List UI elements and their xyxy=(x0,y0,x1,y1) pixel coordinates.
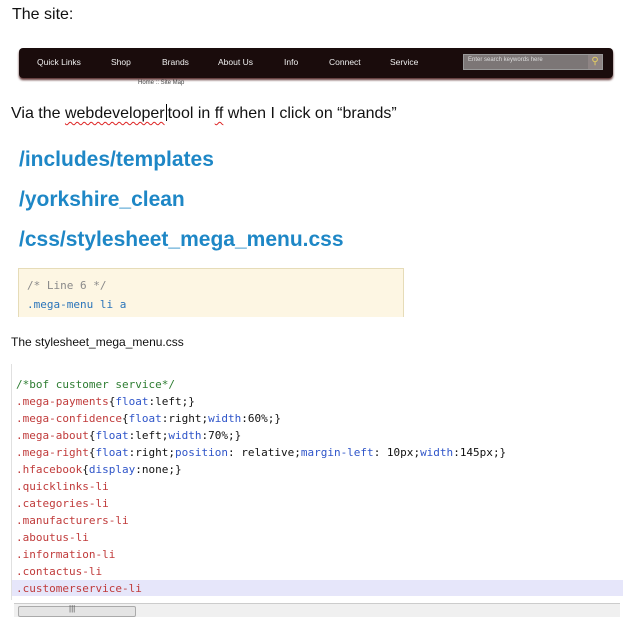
code-line[interactable]: .information-li xyxy=(16,547,115,562)
misspelled-word: webdeveloper xyxy=(64,105,165,122)
css-value: 145px xyxy=(459,446,493,459)
css-property: float xyxy=(95,446,129,459)
code-punctuation: : xyxy=(227,446,235,459)
horizontal-scrollbar[interactable]: ||| xyxy=(14,603,620,617)
code-line[interactable]: .categories-li xyxy=(16,496,109,511)
text-cursor xyxy=(165,104,167,121)
css-value: 70% xyxy=(208,429,228,442)
caption-site: The site: xyxy=(12,6,74,23)
nav-item-brands[interactable]: Brands xyxy=(162,57,189,67)
css-value: relative xyxy=(234,446,295,459)
css-property: width xyxy=(168,429,202,442)
code-line[interactable]: .customerservice-li xyxy=(16,581,142,596)
css-property: float xyxy=(115,395,149,408)
nav-item-info[interactable]: Info xyxy=(284,57,298,67)
webdeveloper-caption: Via the webdeveloper tool in ff when I cl… xyxy=(11,104,397,123)
css-selector: .mega-right xyxy=(16,446,89,459)
code-comment: /*bof customer service*/ xyxy=(16,378,175,391)
css-value: 10px xyxy=(380,446,414,459)
caption-text-part: tool in xyxy=(167,105,215,122)
code-line[interactable]: .manufacturers-li xyxy=(16,513,129,528)
css-value: none xyxy=(141,463,169,476)
css-value: left xyxy=(155,395,182,408)
css-selector: .mega-payments xyxy=(16,395,109,408)
code-punctuation: ; xyxy=(294,446,301,459)
css-selector: .customerservice-li xyxy=(16,582,142,595)
code-line[interactable]: .mega-about{float:left;width:70%;} xyxy=(16,428,241,443)
site-search-field[interactable]: Enter search keywords here ⚲ xyxy=(463,54,603,70)
css-property: width xyxy=(420,446,454,459)
css-selector: .mega-about xyxy=(16,429,89,442)
code-punctuation: : xyxy=(241,412,248,425)
code-punctuation: { xyxy=(82,463,89,476)
css-value: left xyxy=(135,429,162,442)
css-value: right xyxy=(135,446,169,459)
nav-item-service[interactable]: Service xyxy=(390,57,418,67)
css-selector: .information-li xyxy=(16,548,116,561)
css-property: float xyxy=(95,429,129,442)
code-comment: /* Line 6 */ xyxy=(27,279,107,292)
code-punctuation: ; xyxy=(168,446,175,459)
css-selector: .quicklinks-li xyxy=(16,480,109,493)
code-punctuation: ;} xyxy=(181,395,195,408)
code-line[interactable]: .mega-payments{float:left;} xyxy=(16,394,195,409)
code-line[interactable]: .aboutus-li xyxy=(16,530,89,545)
css-property: position xyxy=(174,446,228,459)
caption-stylesheet: The stylesheet_mega_menu.css xyxy=(11,335,184,349)
css-value: 60% xyxy=(247,412,268,425)
css-selector: .categories-li xyxy=(16,497,109,510)
code-punctuation: ;} xyxy=(492,446,507,459)
css-selector: .aboutus-li xyxy=(16,531,89,544)
code-punctuation: : xyxy=(135,463,142,476)
css-selector: .hfacebook xyxy=(16,463,83,476)
site-navbar: Quick Links Shop Brands About Us Info Co… xyxy=(19,48,613,78)
code-punctuation: ;} xyxy=(227,429,242,442)
code-punctuation: ;} xyxy=(168,463,182,476)
code-selector[interactable]: .mega-menu li a xyxy=(27,298,126,311)
scrollbar-thumb[interactable]: ||| xyxy=(18,604,136,617)
site-search-placeholder: Enter search keywords here xyxy=(468,57,543,63)
breadcrumb[interactable]: Home :: Site Map xyxy=(138,80,184,86)
code-line[interactable]: .contactus-li xyxy=(16,564,102,579)
css-selector: .manufacturers-li xyxy=(16,514,129,527)
css-property: width xyxy=(208,412,242,425)
caption-text-part: Via the xyxy=(11,105,65,122)
css-selector: .contactus-li xyxy=(16,565,103,578)
file-path-segment: /yorkshire_clean xyxy=(19,188,185,211)
file-path-segment: /css/stylesheet_mega_menu.css xyxy=(19,228,344,251)
css-selector: .mega-confidence xyxy=(16,412,122,425)
css-property: margin-left xyxy=(300,446,374,459)
code-line[interactable]: .quicklinks-li xyxy=(16,479,109,494)
code-punctuation: ;} xyxy=(267,412,281,425)
grip-icon: ||| xyxy=(69,604,76,613)
css-code-editor[interactable]: /*bof customer service*/.mega-payments{f… xyxy=(11,364,623,600)
code-punctuation: : xyxy=(453,446,460,459)
css-property: display xyxy=(88,463,136,476)
nav-item-shop[interactable]: Shop xyxy=(111,57,131,67)
nav-item-about-us[interactable]: About Us xyxy=(218,57,253,67)
code-line[interactable]: .mega-confidence{float:right;width:60%;} xyxy=(16,411,281,426)
magnifier-icon[interactable]: ⚲ xyxy=(588,55,602,69)
caption-text-part: when I click on “brands” xyxy=(223,105,397,122)
inspector-code-box: /* Line 6 */ .mega-menu li a xyxy=(18,268,404,317)
code-punctuation: { xyxy=(121,412,129,425)
nav-item-quick-links[interactable]: Quick Links xyxy=(37,57,81,67)
code-line[interactable]: .hfacebook{display:none;} xyxy=(16,462,182,477)
nav-item-connect[interactable]: Connect xyxy=(329,57,361,67)
code-line[interactable]: /*bof customer service*/ xyxy=(16,377,175,392)
file-path-segment: /includes/templates xyxy=(19,148,214,171)
css-property: float xyxy=(128,412,162,425)
css-value: right xyxy=(168,412,202,425)
code-line[interactable]: .mega-right{float:right;position: relati… xyxy=(16,445,506,460)
